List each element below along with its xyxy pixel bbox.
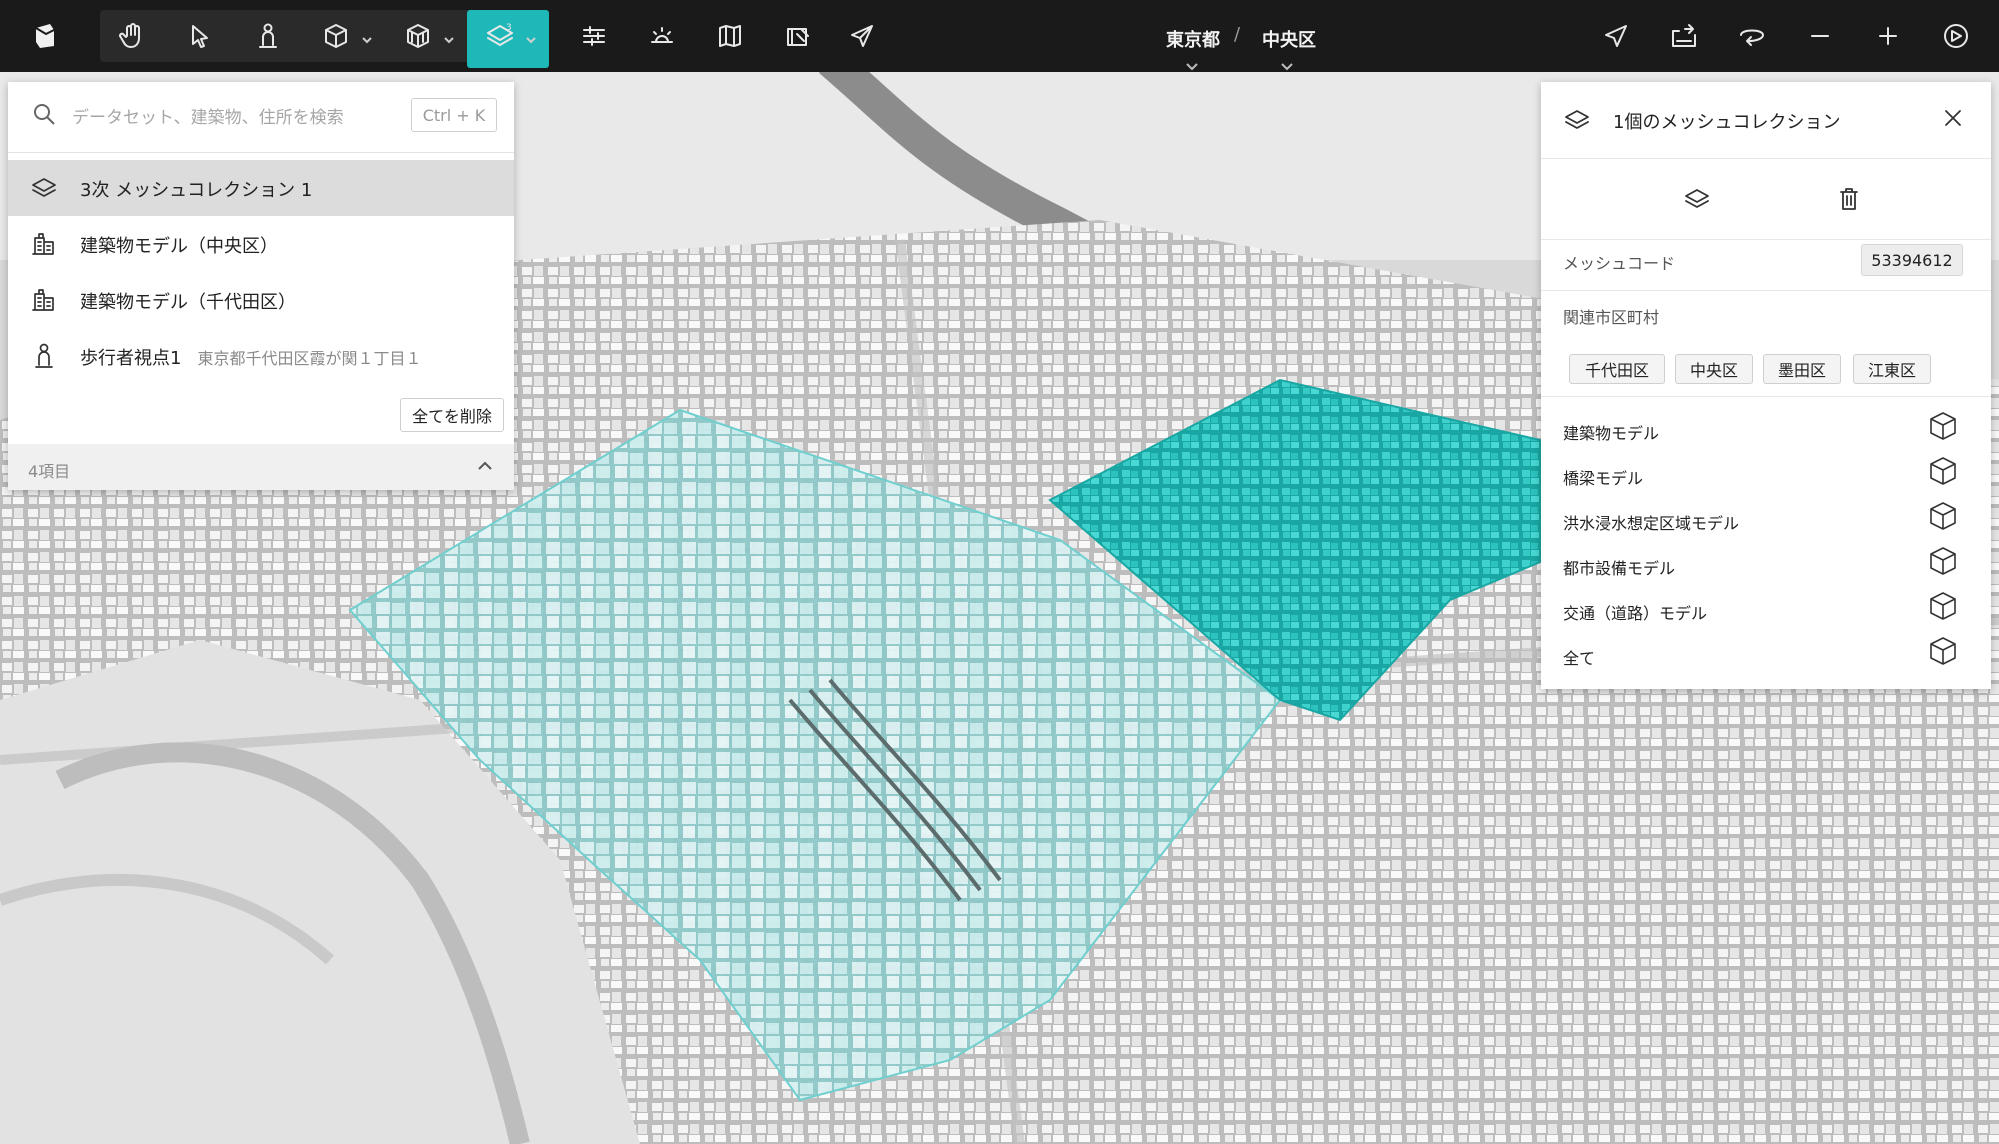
ward-caret-icon[interactable] — [1281, 56, 1293, 71]
inspector-panel: 1個のメッシュコレクション メッシュコード 53394612 関連市区町村 千代… — [1541, 82, 1991, 689]
pedestrian-icon — [30, 342, 58, 370]
dataset-item-label: 建築物モデル（中央区） — [80, 236, 278, 257]
inspector-title: 1個のメッシュコレクション — [1613, 112, 1841, 133]
search-input[interactable] — [70, 102, 404, 134]
dataset-panel: Ctrl + K 3次 メッシュコレクション 1 建築物モデル（中央区） 建築物… — [8, 82, 514, 490]
map-book-icon[interactable] — [704, 10, 756, 62]
zoom-in-icon[interactable] — [1862, 10, 1914, 62]
pedestrian-view-name: 歩行者視点1 — [80, 348, 182, 369]
trash-icon[interactable] — [1835, 185, 1863, 217]
model-label: 橋梁モデル — [1563, 469, 1644, 488]
box-icon[interactable] — [1927, 545, 1959, 577]
building-box-icon[interactable] — [392, 10, 444, 62]
locate-arrow-icon[interactable] — [1590, 10, 1642, 62]
box-icon[interactable] — [1927, 590, 1959, 622]
dataset-item-label: 3次 メッシュコレクション 1 — [80, 180, 313, 201]
search-bar: Ctrl + K — [8, 82, 514, 153]
breadcrumb-prefecture[interactable]: 東京都 — [1166, 26, 1220, 52]
model-label: 全て — [1563, 649, 1596, 668]
screenshot-icon[interactable] — [1658, 10, 1710, 62]
inspector-header: 1個のメッシュコレクション — [1541, 82, 1991, 158]
rotate-icon[interactable] — [1726, 10, 1778, 62]
mesh-code-value: 53394612 — [1861, 244, 1963, 276]
app-logo-icon[interactable] — [18, 10, 70, 62]
mesh-code-label: メッシュコード — [1563, 254, 1676, 273]
box-icon[interactable] — [310, 10, 362, 62]
breadcrumb-ward[interactable]: 中央区 — [1262, 26, 1316, 52]
filter-sliders-icon[interactable] — [568, 10, 620, 62]
mesh-layers-icon[interactable]: 3 — [474, 10, 526, 62]
dataset-item-pedestrian-view[interactable]: 歩行者視点1 東京都千代田区霞が関１丁目１ — [8, 328, 514, 384]
divider — [1541, 290, 1991, 291]
pedestrian-icon[interactable] — [242, 10, 294, 62]
mesh-dropdown-icon[interactable] — [526, 30, 536, 44]
municipality-chip[interactable]: 中央区 — [1675, 354, 1753, 384]
box-icon[interactable] — [1927, 410, 1959, 442]
dataset-item-mesh-collection[interactable]: 3次 メッシュコレクション 1 — [8, 160, 514, 216]
box-icon[interactable] — [1927, 635, 1959, 667]
item-count: 4項目 — [28, 462, 71, 481]
mesh-layers-icon — [30, 174, 58, 202]
panel-footer[interactable]: 4項目 — [8, 444, 514, 490]
breadcrumb-separator: / — [1234, 24, 1241, 45]
svg-text:3: 3 — [506, 23, 512, 33]
dataset-item-label: 建築物モデル（千代田区） — [80, 292, 296, 313]
compass-icon[interactable] — [1930, 10, 1982, 62]
municipality-chip[interactable]: 千代田区 — [1569, 354, 1665, 384]
municipality-label: 関連市区町村 — [1563, 308, 1660, 327]
mesh-layers-icon — [1563, 106, 1591, 138]
box-icon[interactable] — [1927, 455, 1959, 487]
delete-all-button[interactable]: 全てを削除 — [400, 398, 504, 432]
municipality-chip[interactable]: 墨田区 — [1763, 354, 1841, 384]
box-dropdown-icon[interactable] — [362, 30, 372, 44]
model-label: 建築物モデル — [1563, 424, 1660, 443]
municipality-chip[interactable]: 江東区 — [1853, 354, 1931, 384]
story-icon[interactable] — [772, 10, 824, 62]
zoom-out-icon[interactable] — [1794, 10, 1846, 62]
prefecture-caret-icon[interactable] — [1186, 56, 1198, 71]
inspector-actions — [1541, 158, 1991, 240]
building-model-icon — [30, 230, 58, 258]
chevron-up-icon[interactable] — [476, 458, 494, 477]
building-dropdown-icon[interactable] — [444, 30, 454, 44]
dataset-item-building-chiyoda[interactable]: 建築物モデル（千代田区） — [8, 272, 514, 328]
hand-icon[interactable] — [106, 10, 158, 62]
layers-icon[interactable] — [1683, 185, 1711, 217]
dataset-item-building-chuo[interactable]: 建築物モデル（中央区） — [8, 216, 514, 272]
send-icon[interactable] — [836, 10, 888, 62]
top-toolbar: 3 東京都 / 中央区 — [0, 0, 1999, 72]
building-model-icon — [30, 286, 58, 314]
box-icon[interactable] — [1927, 500, 1959, 532]
close-icon[interactable] — [1941, 106, 1965, 134]
sun-horizon-icon[interactable] — [636, 10, 688, 62]
model-label: 洪水浸水想定区域モデル — [1563, 514, 1740, 533]
search-icon — [30, 100, 58, 132]
model-label: 交通（道路）モデル — [1563, 604, 1708, 623]
search-shortcut-badge: Ctrl + K — [411, 98, 497, 132]
divider — [1541, 396, 1991, 397]
model-label: 都市設備モデル — [1563, 559, 1676, 578]
dataset-item-label: 歩行者視点1 東京都千代田区霞が関１丁目１ — [80, 344, 421, 370]
pointer-icon[interactable] — [174, 10, 226, 62]
pedestrian-view-address: 東京都千代田区霞が関１丁目１ — [197, 349, 422, 368]
